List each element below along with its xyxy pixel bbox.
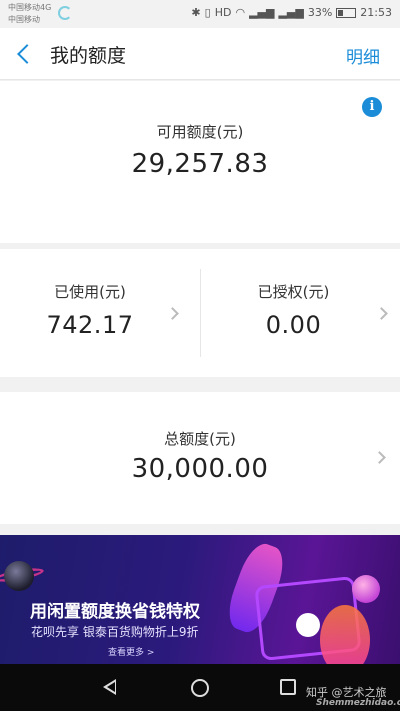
battery-percent: 33% bbox=[307, 6, 333, 19]
home-nav-icon[interactable] bbox=[191, 679, 209, 697]
total-credit-value: 30,000.00 bbox=[131, 454, 269, 484]
battery-icon bbox=[336, 7, 357, 18]
detail-link[interactable]: 明细 bbox=[346, 43, 380, 68]
huabei-logo-icon bbox=[296, 613, 320, 637]
promo-banner[interactable]: 用闲置额度换省钱特权 花呗先享 银泰百货购物折上9折 查看更多 > bbox=[0, 535, 400, 664]
signal-icon: ▂▄▆ bbox=[278, 6, 304, 19]
banner-subtitle: 花呗先享 银泰百货购物折上9折 bbox=[31, 625, 199, 639]
hd-icon: HD bbox=[214, 6, 232, 19]
available-credit-card: i 可用额度(元) 29,257.83 bbox=[0, 81, 400, 243]
authorized-amount-value: 0.00 bbox=[265, 311, 322, 339]
carrier-line-2: 中国移动 bbox=[8, 15, 40, 24]
available-credit-label: 可用额度(元) bbox=[156, 123, 244, 141]
total-credit-label: 总额度(元) bbox=[164, 430, 236, 448]
back-nav-icon-inner bbox=[107, 682, 115, 692]
back-arrow-icon[interactable] bbox=[14, 41, 36, 67]
clock: 21:53 bbox=[360, 6, 392, 19]
status-bar: 中国移动4G 中国移动 ✱ ▯ HD ◠ ▂▄▆ ▂▄▆ 33% 21:53 bbox=[0, 0, 400, 28]
banner-title: 用闲置额度换省钱特权 bbox=[30, 602, 200, 622]
vibrate-icon: ▯ bbox=[204, 6, 211, 19]
recents-nav-icon[interactable] bbox=[280, 679, 296, 695]
wifi-icon: ◠ bbox=[235, 6, 246, 19]
battery-fill bbox=[338, 9, 344, 16]
carrier-line-1: 中国移动4G bbox=[8, 3, 52, 12]
banner-more-link[interactable]: 查看更多 > bbox=[108, 645, 154, 658]
authorized-amount-label: 已授权(元) bbox=[257, 283, 330, 301]
watermark-site: Shemmezhidao.com bbox=[316, 698, 400, 708]
total-credit-card[interactable]: 总额度(元) 30,000.00 bbox=[0, 392, 400, 524]
system-nav-bar: 知乎 @艺术之旅 Shemmezhidao.com bbox=[0, 664, 400, 711]
authorized-amount-item[interactable]: 已授权(元) 0.00 bbox=[201, 249, 400, 377]
carrier-info: 中国移动4G 中国移动 bbox=[8, 2, 51, 26]
available-credit-value: 29,257.83 bbox=[131, 149, 269, 179]
page-title: 我的额度 bbox=[50, 45, 127, 67]
nav-bar: 我的额度 明细 bbox=[0, 28, 400, 80]
used-amount-item[interactable]: 已使用(元) 742.17 bbox=[0, 249, 200, 377]
used-amount-value: 742.17 bbox=[46, 311, 134, 339]
usage-card: 已使用(元) 742.17 已授权(元) 0.00 bbox=[0, 249, 400, 377]
used-amount-label: 已使用(元) bbox=[54, 283, 126, 301]
info-icon[interactable]: i bbox=[362, 97, 382, 117]
swirl-decoration bbox=[320, 605, 370, 664]
loading-icon bbox=[58, 6, 72, 20]
planet-decoration bbox=[4, 561, 34, 591]
bluetooth-icon: ✱ bbox=[191, 6, 201, 19]
signal-icon: ▂▄▆ bbox=[249, 6, 275, 19]
status-icons: ✱ ▯ HD ◠ ▂▄▆ ▂▄▆ 33% 21:53 bbox=[191, 6, 392, 19]
ball-decoration bbox=[352, 575, 380, 603]
